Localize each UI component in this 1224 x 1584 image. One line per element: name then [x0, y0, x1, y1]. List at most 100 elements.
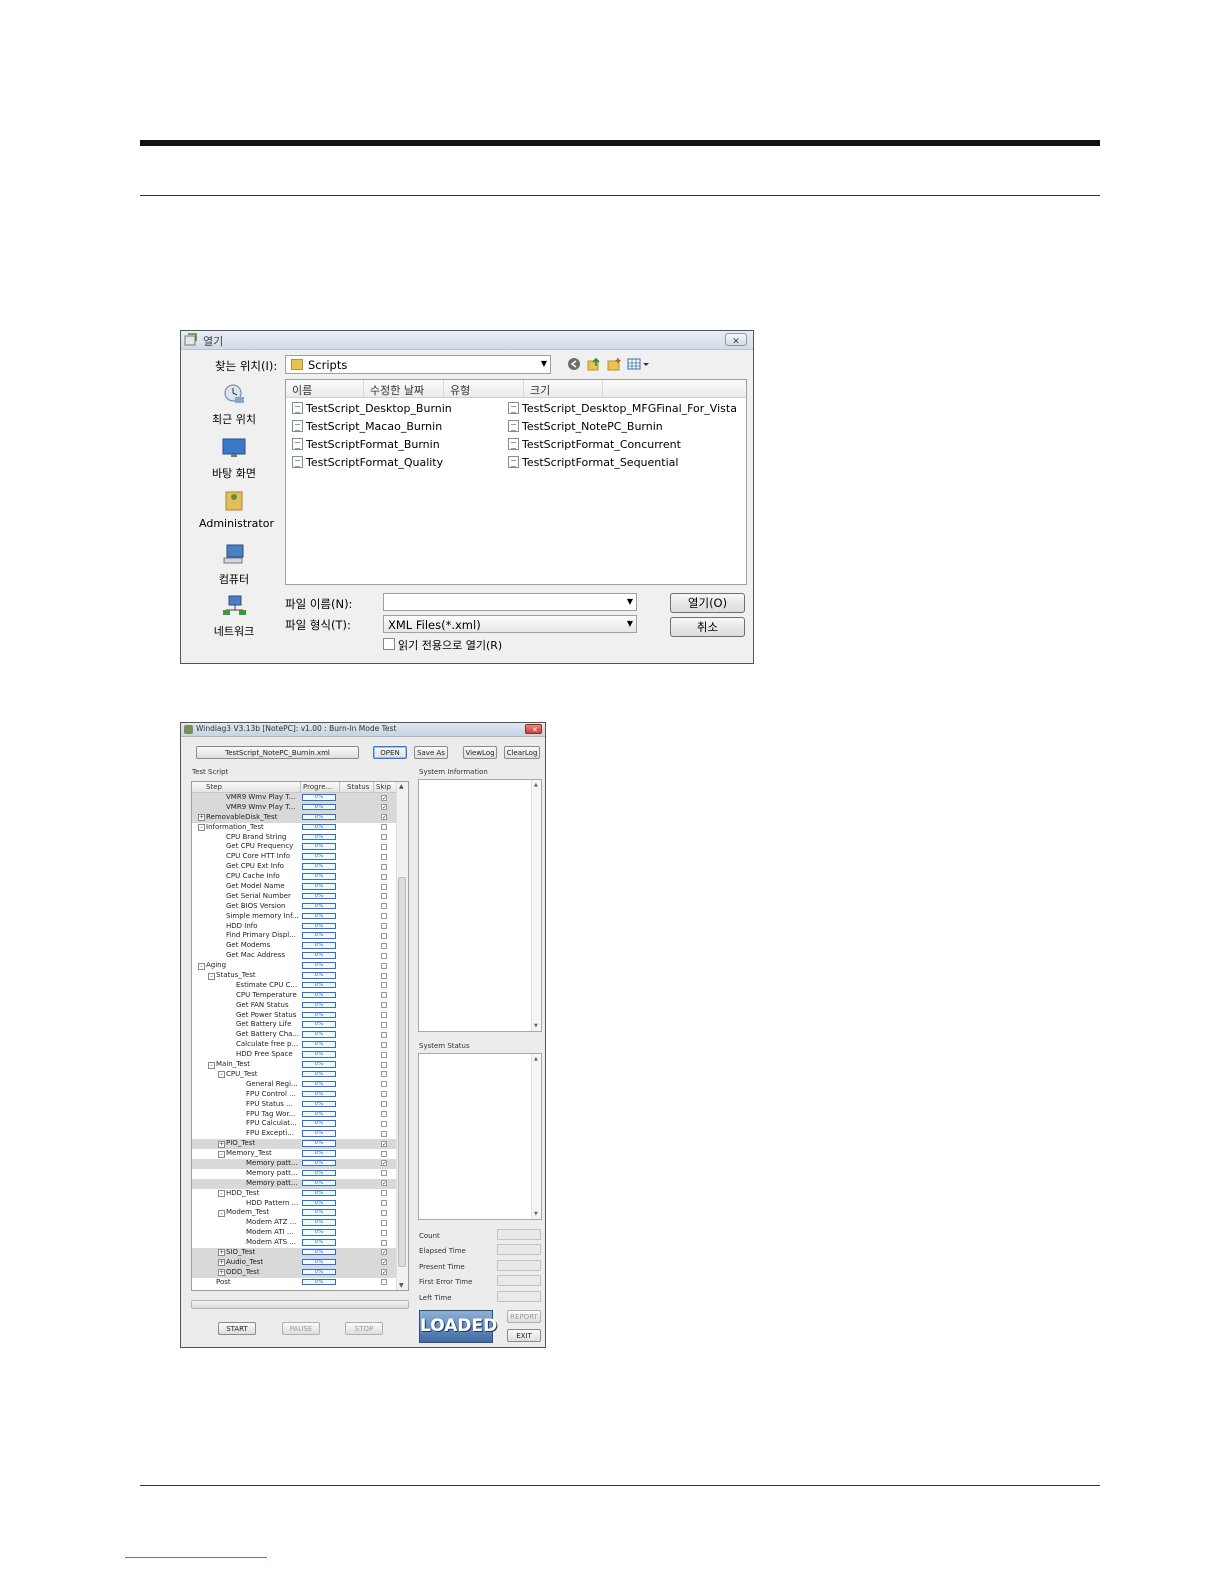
skip-checkbox[interactable]: ✓ [381, 1140, 387, 1147]
skip-checkbox[interactable] [381, 1021, 387, 1028]
tree-row[interactable]: Get FAN Status 0% [192, 1001, 398, 1011]
skip-checkbox[interactable]: ✓ [381, 1180, 387, 1187]
open-script-button[interactable]: OPEN [373, 746, 407, 759]
tree-row[interactable]: CPU Temperature 0% [192, 991, 398, 1001]
file-item[interactable]: TestScriptFormat_Quality [292, 456, 443, 469]
file-list[interactable]: 이름 수정한 날짜 유형 크기 TestScript_Desktop_Burni… [285, 379, 747, 585]
skip-checkbox[interactable] [381, 1190, 387, 1197]
tree-row[interactable]: - Modem_Test 0% [192, 1208, 398, 1218]
test-script-tree[interactable]: Step Progre... Status Skip VMR9 Wmv Play… [191, 781, 409, 1291]
skip-checkbox[interactable]: ✓ [381, 1160, 387, 1167]
skip-checkbox[interactable] [381, 1239, 387, 1246]
script-file-button[interactable]: TestScript_NotePC_Burnin.xml [196, 746, 359, 759]
skip-checkbox[interactable] [381, 1229, 387, 1236]
close-icon[interactable]: ✕ [525, 724, 542, 734]
tree-row[interactable]: VMR9 Wmv Play T... 0% ✓ [192, 793, 398, 803]
tree-row[interactable]: Get CPU Ext Info 0% [192, 862, 398, 872]
column-name[interactable]: 이름 [292, 382, 312, 398]
skip-checkbox[interactable] [381, 913, 387, 920]
expand-icon[interactable]: + [218, 1259, 225, 1267]
tree-row[interactable]: - Main_Test 0% [192, 1060, 398, 1070]
report-button[interactable]: REPORT [507, 1310, 541, 1323]
skip-checkbox[interactable] [381, 1130, 387, 1137]
skip-checkbox[interactable] [381, 1061, 387, 1068]
pane-scrollbar[interactable]: ▲ ▼ [531, 1054, 541, 1219]
tree-row[interactable]: FPU Excepti... 0% [192, 1129, 398, 1139]
skip-checkbox[interactable]: ✓ [381, 804, 387, 811]
view-menu-icon[interactable] [627, 357, 651, 371]
back-icon[interactable] [567, 357, 581, 371]
tree-row[interactable]: CPU Brand String 0% [192, 833, 398, 843]
tree-row[interactable]: Get CPU Frequency 0% [192, 842, 398, 852]
place-recent[interactable]: 최근 위치 [199, 383, 269, 427]
tree-row[interactable]: - CPU_Test 0% [192, 1070, 398, 1080]
tree-row[interactable]: Memory patt... 0% ✓ [192, 1158, 398, 1169]
skip-checkbox[interactable] [381, 834, 387, 841]
skip-checkbox[interactable] [381, 1041, 387, 1048]
tree-row[interactable]: CPU Core HTT Info 0% [192, 852, 398, 862]
scroll-up-icon[interactable]: ▲ [399, 783, 404, 790]
tree-row[interactable]: Estimate CPU C... 0% [192, 981, 398, 991]
tree-row[interactable]: + SIO_Test 0% ✓ [192, 1247, 398, 1258]
file-item[interactable]: TestScriptFormat_Burnin [292, 438, 440, 451]
start-button[interactable]: START [218, 1322, 256, 1335]
column-step[interactable]: Step [206, 783, 222, 791]
tree-row[interactable]: FPU Status ... 0% [192, 1100, 398, 1110]
open-button[interactable]: 열기(O) [670, 593, 745, 613]
column-date[interactable]: 수정한 날짜 [370, 382, 424, 398]
skip-checkbox[interactable]: ✓ [381, 1269, 387, 1276]
collapse-icon[interactable]: - [218, 1209, 225, 1217]
file-item[interactable]: TestScriptFormat_Concurrent [508, 438, 681, 451]
file-item[interactable]: TestScript_Desktop_MFGFinal_For_Vista [508, 402, 737, 415]
tree-row[interactable]: Modem ATZ ... 0% [192, 1218, 398, 1228]
skip-checkbox[interactable] [381, 1012, 387, 1019]
skip-checkbox[interactable]: ✓ [381, 1259, 387, 1266]
place-network[interactable]: 네트워크 [199, 595, 269, 639]
up-folder-icon[interactable] [587, 357, 601, 371]
tree-row[interactable]: + Audio_Test 0% ✓ [192, 1257, 398, 1268]
file-name-input[interactable]: ▼ [383, 593, 637, 611]
collapse-icon[interactable]: - [208, 972, 215, 980]
skip-checkbox[interactable] [381, 1170, 387, 1177]
system-status-pane[interactable]: ▲ ▼ [418, 1053, 542, 1220]
tree-row[interactable]: Calculate free p... 0% [192, 1040, 398, 1050]
collapse-icon[interactable]: - [198, 824, 205, 832]
tree-row[interactable]: Get BIOS Version 0% [192, 902, 398, 912]
skip-checkbox[interactable] [381, 1120, 387, 1127]
skip-checkbox[interactable] [381, 972, 387, 979]
save-as-button[interactable]: Save As [414, 746, 448, 759]
scroll-up-icon[interactable]: ▲ [534, 782, 538, 788]
skip-checkbox[interactable] [381, 873, 387, 880]
horizontal-scrollbar[interactable] [191, 1300, 409, 1309]
tree-row[interactable]: Get Model Name 0% [192, 882, 398, 892]
skip-checkbox[interactable] [381, 1279, 387, 1286]
skip-checkbox[interactable] [381, 1031, 387, 1038]
file-item[interactable]: TestScriptFormat_Sequential [508, 456, 678, 469]
cancel-button[interactable]: 취소 [670, 617, 745, 637]
close-icon[interactable]: ✕ [725, 333, 747, 346]
tree-row[interactable]: Get Battery Life 0% [192, 1020, 398, 1030]
skip-checkbox[interactable]: ✓ [381, 794, 387, 801]
column-progress[interactable]: Progre... [303, 783, 332, 791]
expand-icon[interactable]: + [218, 1140, 225, 1148]
skip-checkbox[interactable] [381, 863, 387, 870]
skip-checkbox[interactable] [381, 883, 387, 890]
tree-row[interactable]: Memory patt... 0% [192, 1169, 398, 1179]
scroll-down-icon[interactable]: ▼ [534, 1023, 538, 1029]
skip-checkbox[interactable] [381, 824, 387, 831]
skip-checkbox[interactable] [381, 923, 387, 930]
tree-row[interactable]: Find Primary Displ... 0% [192, 931, 398, 941]
skip-checkbox[interactable] [381, 932, 387, 939]
tree-row[interactable]: + PIO_Test 0% ✓ [192, 1139, 398, 1150]
tree-row[interactable]: HDD Pattern ... 0% [192, 1199, 398, 1209]
scroll-thumb[interactable] [398, 877, 406, 1267]
skip-checkbox[interactable] [381, 992, 387, 999]
skip-checkbox[interactable] [381, 1002, 387, 1009]
tree-row[interactable]: FPU Tag Wor... 0% [192, 1110, 398, 1120]
collapse-icon[interactable]: - [208, 1061, 215, 1069]
tree-row[interactable]: Modem ATI ... 0% [192, 1228, 398, 1238]
skip-checkbox[interactable] [381, 1150, 387, 1157]
skip-checkbox[interactable] [381, 1200, 387, 1207]
tree-row[interactable]: Get Serial Number 0% [192, 892, 398, 902]
tree-row[interactable]: - HDD_Test 0% [192, 1189, 398, 1199]
